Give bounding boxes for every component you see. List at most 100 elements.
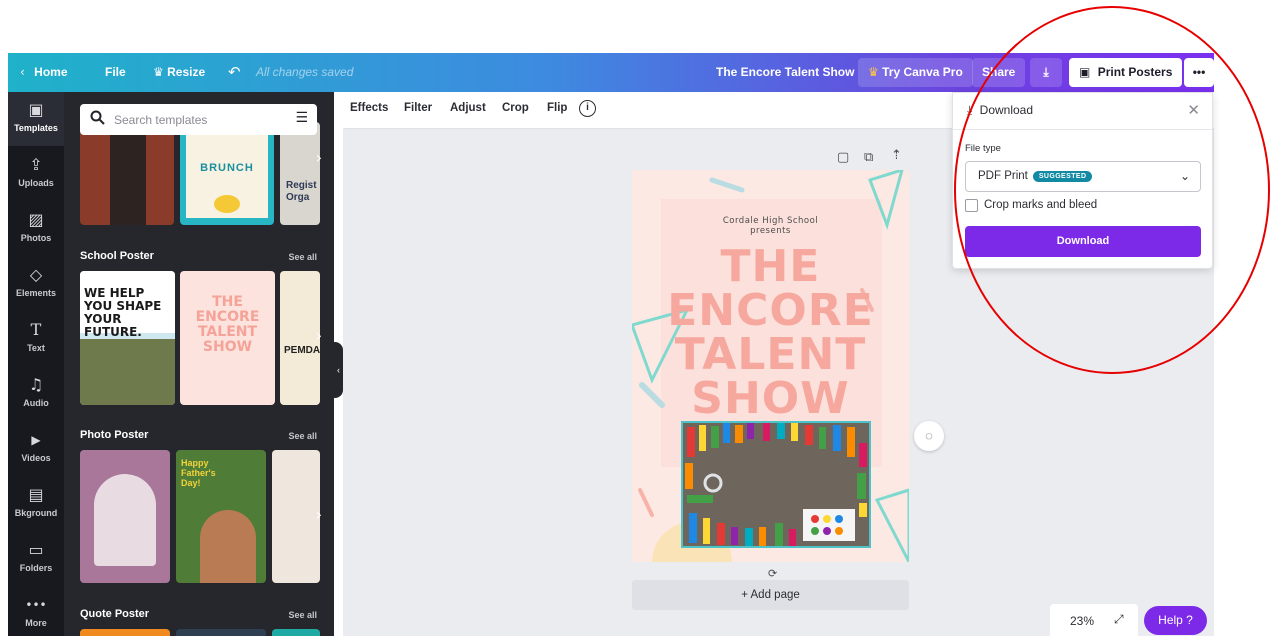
template-thumb[interactable] bbox=[272, 450, 320, 583]
canva-editor-window: ‹ Home File ♛ Resize ↶ All changes saved… bbox=[0, 0, 1278, 636]
template-thumb-photo bbox=[200, 510, 256, 583]
rail-item-folders[interactable]: ▭ Folders bbox=[8, 532, 64, 586]
file-type-select[interactable]: PDF Print SUGGESTED ⌄ bbox=[965, 161, 1201, 192]
info-icon[interactable]: i bbox=[579, 100, 596, 117]
rail-item-elements[interactable]: ◇ Elements bbox=[8, 257, 64, 311]
add-page-icon[interactable]: ⇡ bbox=[891, 148, 902, 163]
template-thumb-figure bbox=[110, 122, 146, 225]
download-button[interactable]: Download bbox=[965, 226, 1201, 257]
rail-item-more[interactable]: ••• More bbox=[8, 587, 64, 636]
download-icon: ⤓ bbox=[967, 103, 973, 117]
template-thumb-title: PEMDA bbox=[284, 345, 320, 356]
template-thumb[interactable] bbox=[176, 629, 266, 636]
template-thumb-title: BRUNCH bbox=[200, 162, 254, 174]
print-posters-button[interactable]: ▣ Print Posters bbox=[1069, 58, 1183, 87]
poster-presents[interactable]: presents bbox=[632, 226, 909, 236]
help-button[interactable]: Help ? bbox=[1144, 606, 1207, 635]
rail-item-text[interactable]: T Text bbox=[8, 312, 64, 366]
filter-button[interactable]: Filter bbox=[404, 102, 432, 114]
template-thumb[interactable]: WE HELP YOU SHAPE YOUR FUTURE. bbox=[80, 271, 175, 405]
template-thumb[interactable]: Happy Father's Day! bbox=[176, 450, 266, 583]
collapse-panel-handle[interactable]: ‹ bbox=[334, 342, 343, 398]
template-thumb[interactable]: THE ENCORE TALENT SHOW bbox=[180, 271, 275, 405]
rail-item-videos[interactable]: ▶ Videos bbox=[8, 422, 64, 476]
download-panel: ⤓ Download ✕ File type PDF Print SUGGESTE… bbox=[952, 92, 1213, 269]
templates-icon: ▣ bbox=[28, 100, 44, 119]
template-thumb[interactable] bbox=[272, 629, 320, 636]
add-comment-icon[interactable]: ◌ bbox=[914, 421, 944, 451]
home-label: Home bbox=[34, 65, 68, 79]
rail-label: More bbox=[25, 618, 47, 628]
search-icon bbox=[90, 110, 105, 129]
template-thumb[interactable] bbox=[80, 122, 174, 225]
crop-marks-checkbox[interactable] bbox=[965, 199, 978, 212]
close-icon[interactable]: ✕ bbox=[1187, 101, 1200, 119]
download-icon[interactable]: ⤓ bbox=[1030, 58, 1062, 87]
rail-label: Folders bbox=[19, 563, 53, 573]
zoom-control[interactable]: 23% ⤢ bbox=[1050, 604, 1138, 636]
rail-item-photos[interactable]: ▨ Photos bbox=[8, 202, 64, 256]
rail-item-uploads[interactable]: ⇪ Uploads bbox=[8, 147, 64, 201]
background-icon: ▤ bbox=[28, 485, 44, 504]
chevron-right-icon[interactable]: › bbox=[316, 505, 322, 524]
see-all-link[interactable]: See all bbox=[288, 610, 317, 620]
resize-label: Resize bbox=[167, 65, 206, 79]
poster-title-line[interactable]: ENCORE bbox=[632, 288, 909, 334]
template-thumb[interactable] bbox=[80, 450, 170, 583]
undo-icon[interactable]: ↶ bbox=[228, 53, 241, 92]
rail-item-audio[interactable]: ♫ Audio bbox=[8, 367, 64, 421]
search-box[interactable]: ☰ bbox=[80, 104, 317, 135]
duplicate-page-icon[interactable]: ⧉ bbox=[864, 150, 873, 165]
template-thumb[interactable]: BRUNCH bbox=[180, 122, 274, 225]
see-all-link[interactable]: See all bbox=[288, 252, 317, 262]
search-input[interactable] bbox=[114, 110, 274, 129]
rail-label: Audio bbox=[23, 398, 49, 408]
poster-title-line[interactable]: SHOW bbox=[632, 376, 909, 422]
share-button[interactable]: Share bbox=[972, 58, 1026, 87]
try-canva-pro-button[interactable]: ♛ Try Canva Pro bbox=[858, 58, 973, 87]
template-thumb[interactable]: Regist Orga bbox=[280, 122, 320, 225]
search-icon-svg bbox=[90, 110, 105, 125]
filter-icon[interactable]: ☰ bbox=[295, 110, 308, 126]
crop-marks-label[interactable]: Crop marks and bleed bbox=[984, 199, 1097, 211]
effects-button[interactable]: Effects bbox=[350, 102, 388, 114]
selected-file-type: PDF Print SUGGESTED bbox=[978, 170, 1093, 182]
flip-button[interactable]: Flip bbox=[547, 102, 567, 114]
see-all-link[interactable]: See all bbox=[288, 431, 317, 441]
templates-panel: BRUNCH Regist Orga › School Poster See a… bbox=[64, 92, 334, 636]
rotate-icon[interactable]: ⟳ bbox=[768, 567, 777, 580]
template-thumb[interactable] bbox=[80, 629, 170, 636]
crop-button[interactable]: Crop bbox=[502, 102, 529, 114]
save-status: All changes saved bbox=[256, 65, 354, 79]
template-thumb[interactable]: PEMDA bbox=[280, 271, 320, 405]
poster-school-name[interactable]: Cordale High School bbox=[632, 216, 909, 226]
file-menu-button[interactable]: File bbox=[105, 53, 126, 92]
fullscreen-icon[interactable]: ⤢ bbox=[1114, 612, 1124, 627]
more-icon: ••• bbox=[25, 598, 47, 612]
poster-page[interactable]: Cordale High School presents THE ENCORE … bbox=[632, 170, 909, 562]
audio-icon: ♫ bbox=[28, 375, 44, 394]
download-panel-header: ⤓ Download bbox=[967, 103, 1033, 118]
template-thumb-title: Regist bbox=[286, 180, 317, 191]
poster-title-line[interactable]: TALENT bbox=[632, 332, 909, 378]
school-supplies-photo[interactable] bbox=[681, 421, 871, 548]
add-page-button[interactable]: + Add page bbox=[632, 580, 909, 610]
chevron-right-icon[interactable]: › bbox=[316, 326, 322, 345]
template-thumb-title: Orga bbox=[286, 192, 310, 203]
rail-item-background[interactable]: ▤ Bkground bbox=[8, 477, 64, 531]
adjust-button[interactable]: Adjust bbox=[450, 102, 486, 114]
chevron-left-icon: ‹ bbox=[20, 65, 25, 79]
rail-label: Bkground bbox=[14, 508, 58, 518]
rail-label: Uploads bbox=[18, 178, 54, 188]
home-button[interactable]: ‹ Home bbox=[20, 53, 68, 92]
design-title[interactable]: The Encore Talent Show bbox=[716, 53, 854, 92]
notes-icon[interactable]: ▢ bbox=[837, 150, 849, 165]
poster-title-line[interactable]: THE bbox=[632, 244, 909, 290]
rail-item-templates[interactable]: ▣ Templates bbox=[8, 92, 64, 146]
rail-label: Videos bbox=[21, 453, 51, 463]
videos-icon: ▶ bbox=[31, 433, 41, 447]
more-options-button[interactable]: ••• bbox=[1184, 58, 1214, 87]
chevron-right-icon[interactable]: › bbox=[316, 148, 322, 167]
zoom-level[interactable]: 23% bbox=[1070, 614, 1094, 628]
resize-button[interactable]: ♛ Resize bbox=[153, 53, 205, 92]
